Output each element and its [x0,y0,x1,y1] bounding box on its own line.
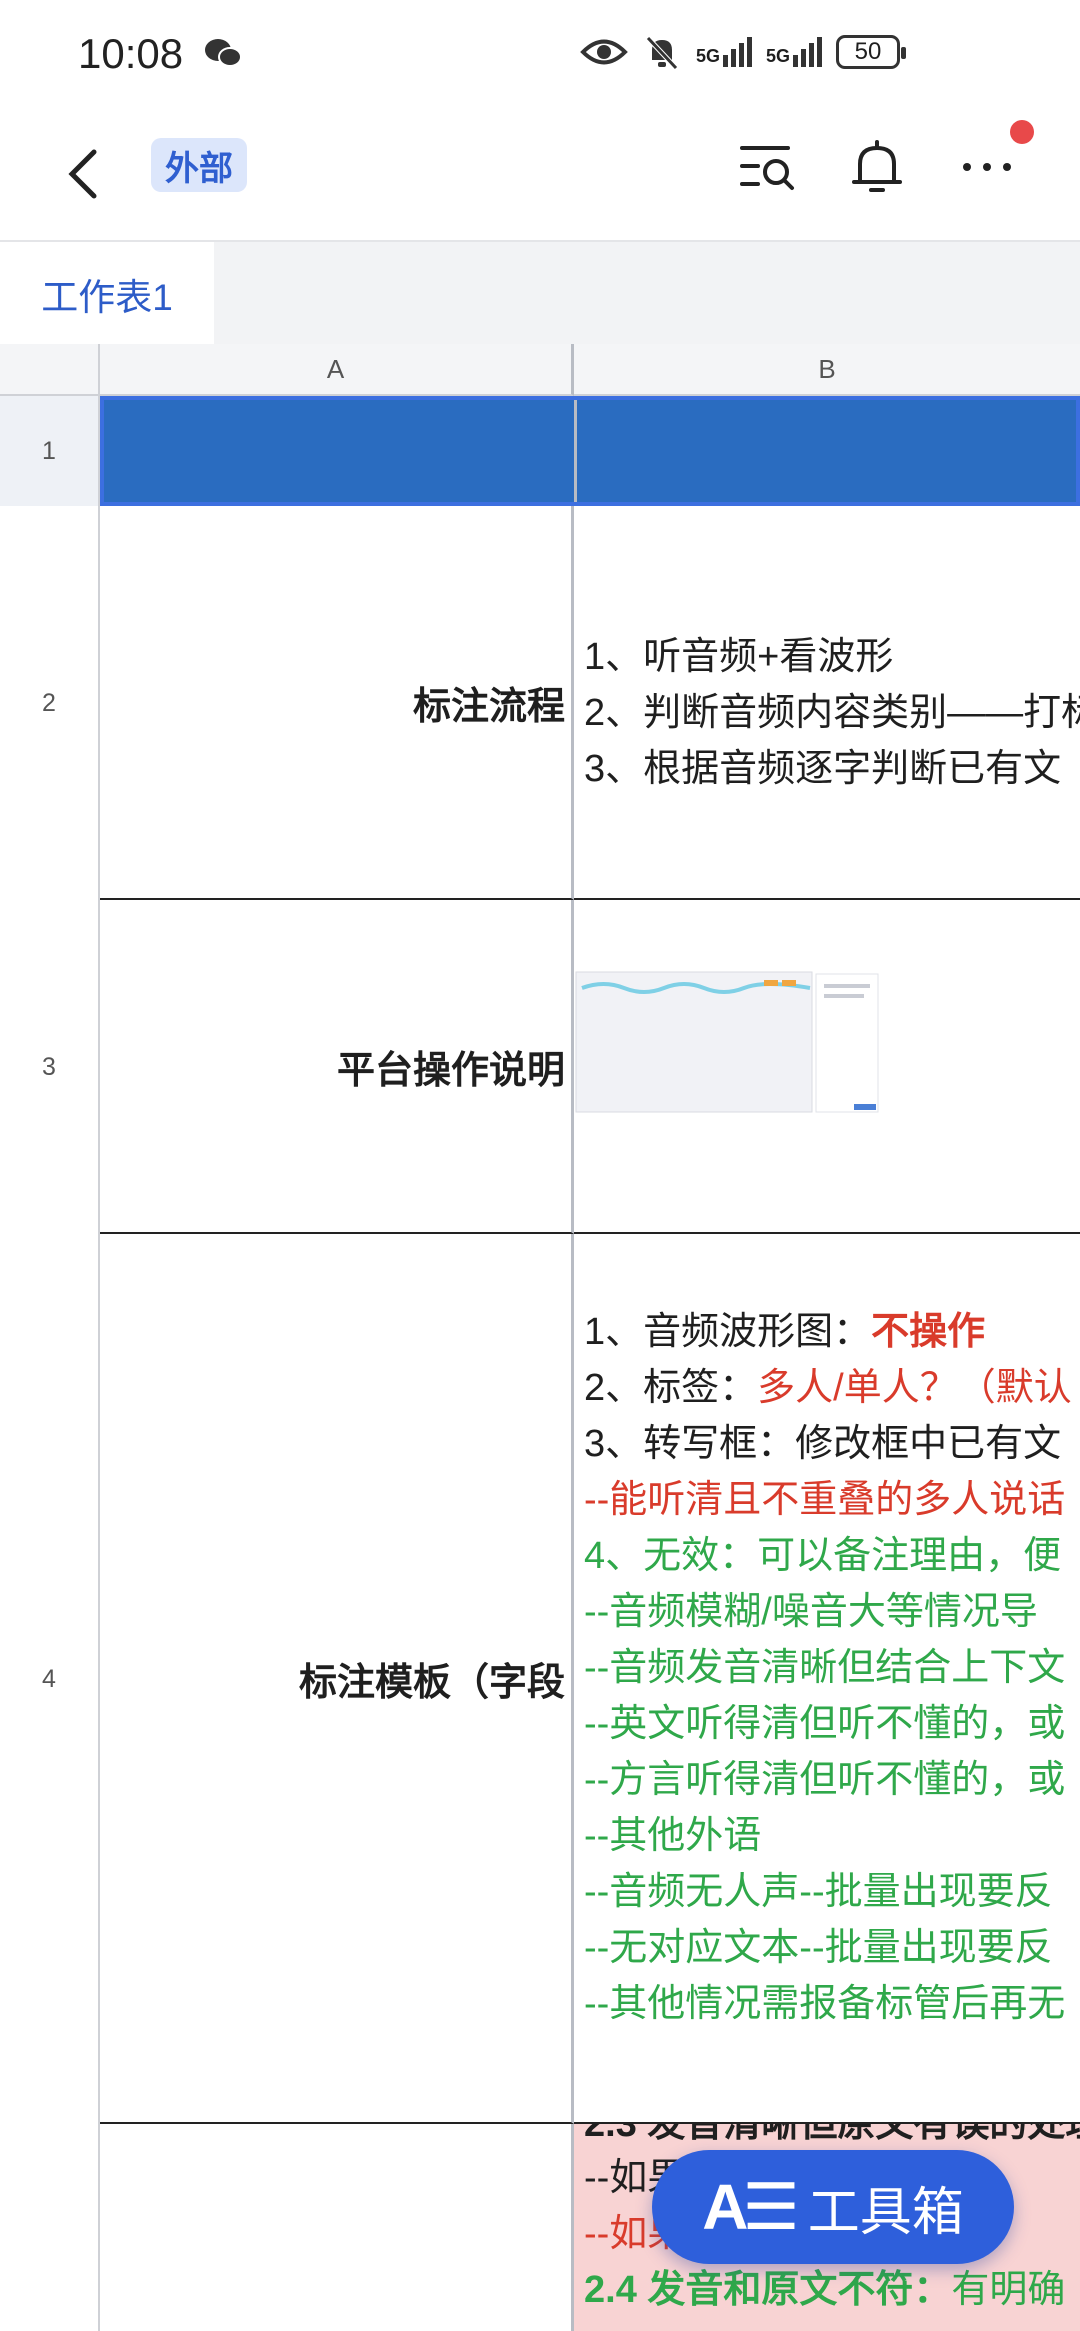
wechat-icon [205,39,242,67]
cell-a3[interactable]: 平台操作说明 [100,900,574,1234]
back-arrow-icon[interactable] [56,138,116,210]
cell-a2[interactable]: 标注流程 [100,506,574,900]
corner-header[interactable] [0,344,100,396]
notification-dot [1010,120,1034,144]
cell-a4[interactable]: 标注模板（字段 [100,1234,574,2124]
cell-b2-line: 1、听音频+看波形 [584,636,894,678]
row-header-4[interactable]: 4 [0,1234,100,2124]
toolbox-button[interactable]: A☰ 工具箱 [652,2150,1014,2264]
signal-5g-icon: 5G [696,37,752,67]
row-header-2[interactable]: 2 [0,506,100,900]
cell-b4[interactable]: 1、音频波形图：不操作 2、标签：多人/单人？（默认 3、转写框：修改框中已有文… [574,1234,1080,2124]
cell-b4-line: --方言听得清但听不懂的，或 [584,1759,1066,1801]
cell-b4-line: --音频发音清晰但结合上下文 [584,1647,1066,1689]
external-badge: 外部 [151,138,247,192]
cell-b4-line: --音频模糊/噪音大等情况导 [584,1591,1038,1633]
cell-b2-line: 2、判断音频内容类别——打标 [584,692,1080,734]
cell-b4-line: 4、无效：可以备注理由，便 [584,1535,1062,1577]
row-1-header-fill[interactable] [100,396,1080,506]
status-icons: 5G 5G 50 [580,32,906,72]
bell-muted-icon [646,36,678,70]
tab-sheet1[interactable]: 工作表1 [0,242,214,346]
cell-b4-line: --其他外语 [584,1815,762,1857]
bell-icon[interactable] [846,136,908,198]
cell-a5[interactable] [100,2124,574,2331]
row-header-1[interactable]: 1 [0,396,100,506]
cell-b4-line: --英文听得清但听不懂的，或 [584,1703,1066,1745]
cell-b4-line: 3、转写框：修改框中已有文 [584,1423,1062,1465]
status-bar: 10:08 5G 5G 50 [0,0,1080,110]
cell-b4-line: --音频无人声--批量出现要反 [584,1871,1053,1913]
battery-icon: 50 [836,35,906,69]
sheet-tab-bar: 工作表1 [0,240,1080,346]
row-header-3[interactable]: 3 [0,900,100,1234]
status-time: 10:08 [78,30,184,77]
signal-5g-icon-2: 5G [766,37,822,67]
more-icon[interactable] [956,136,1018,198]
row-1-divider [574,400,577,502]
search-list-icon[interactable] [736,136,798,198]
cell-b2[interactable]: 1、听音频+看波形 2、判断音频内容类别——打标 3、根据音频逐字判断已有文 [574,506,1080,900]
spreadsheet-grid: A B 1 2 标注流程 1、听音频+看波形 2、判断音频内容类别——打标 3、… [0,344,1080,2331]
cell-b4-line: --其他情况需报备标管后再无 [584,1983,1066,2025]
toolbox-icon: A☰ [702,2170,800,2243]
cell-b5-line: 2.4 发音和原文不符：有明确 [584,2269,1066,2311]
cell-b2-line: 3、根据音频逐字判断已有文 [584,748,1062,790]
cell-b5-line: 2.3 发音清晰但原文有误的处理 [584,2124,1080,2145]
cell-b4-line: 2、标签：多人/单人？（默认 [584,1367,1072,1409]
eye-icon [580,39,628,65]
row-header-5[interactable] [0,2124,100,2331]
column-header-b[interactable]: B [574,344,1080,396]
platform-screenshot-thumbnail[interactable] [574,970,884,1120]
toolbox-label: 工具箱 [807,2183,964,2242]
app-bar: 外部 [0,110,1080,240]
cell-b4-line: --能听清且不重叠的多人说话 [584,1479,1066,1521]
cell-b4-line: --无对应文本--批量出现要反 [584,1927,1053,1969]
column-header-a[interactable]: A [100,344,574,396]
cell-b4-line: 1、音频波形图：不操作 [584,1311,986,1353]
